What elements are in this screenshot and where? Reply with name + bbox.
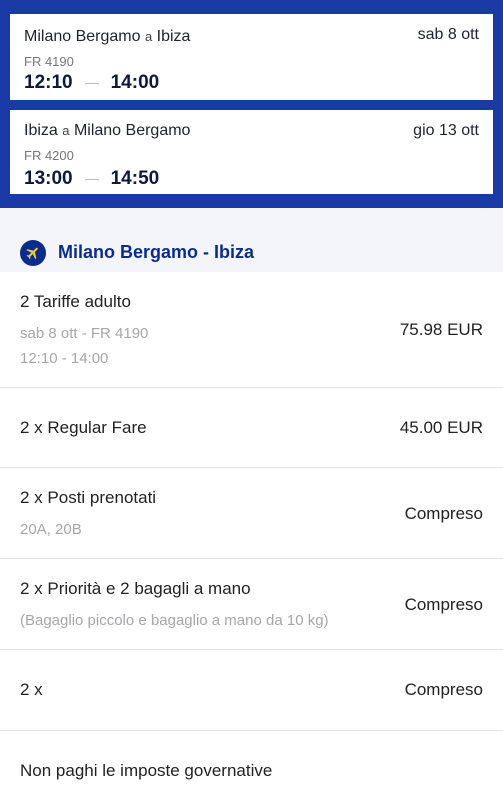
flight-times: 12:10 14:00 (24, 72, 159, 94)
row-status: Compreso (404, 504, 483, 523)
fare-breakdown-list: 2 Tariffe adulto sab 8 ott - FR 4190 12:… (0, 272, 503, 800)
row-price: 75.98 EUR (399, 320, 483, 339)
section-title: Milano Bergamo - Ibiza (58, 242, 255, 262)
row-subtitle: sab 8 ott - FR 4190 (20, 325, 149, 342)
row-title: 2 x Regular Fare (20, 418, 147, 437)
departure-time: 13:00 (24, 168, 73, 189)
origin-city: Ibiza (24, 122, 58, 139)
row-status: Compreso (404, 680, 483, 699)
departure-time: 12:10 (24, 72, 73, 93)
list-item: Non paghi le imposte governative (0, 731, 503, 800)
flight-summary-band: Milano Bergamo a Ibiza sab 8 ott FR 4190… (0, 0, 503, 208)
time-separator (84, 178, 99, 180)
plane-icon (20, 240, 46, 266)
section-header: Milano Bergamo - Ibiza (0, 208, 503, 272)
flight-date: sab 8 ott (417, 26, 479, 43)
list-item: 2 Tariffe adulto sab 8 ott - FR 4190 12:… (0, 272, 503, 388)
row-subtitle: (Bagaglio piccolo e bagaglio a mano da 1… (20, 612, 329, 629)
flight-number: FR 4200 (24, 148, 74, 163)
route-connector: a (62, 123, 70, 138)
route-connector: a (144, 29, 153, 44)
row-price: 45.00 EUR (399, 418, 483, 437)
flight-number: FR 4190 (24, 54, 74, 69)
time-separator (84, 82, 99, 84)
list-item: 2 x Compreso (0, 650, 503, 731)
list-item: 2 x Regular Fare 45.00 EUR (0, 388, 503, 468)
origin-city: Milano Bergamo (24, 28, 141, 45)
row-title: 2 x Priorità e 2 bagagli a mano (20, 579, 251, 598)
row-subtitle: 20A, 20B (20, 521, 82, 538)
row-title: 2 Tariffe adulto (20, 292, 131, 311)
destination-city: Ibiza (156, 28, 191, 45)
flight-route: Milano Bergamo a Ibiza (24, 28, 190, 46)
arrival-time: 14:50 (110, 168, 160, 189)
row-title: 2 x (20, 680, 43, 699)
destination-city: Milano Bergamo (73, 122, 191, 139)
flight-times: 13:00 14:50 (24, 168, 159, 190)
row-title: Non paghi le imposte governative (20, 761, 273, 780)
row-title: 2 x Posti prenotati (20, 488, 157, 507)
flight-date: gio 13 ott (413, 122, 479, 139)
flight-route: Ibiza a Milano Bergamo (24, 122, 190, 140)
row-status: Compreso (404, 595, 483, 614)
list-item: 2 x Priorità e 2 bagagli a mano (Bagagli… (0, 559, 503, 650)
row-subtitle: 12:10 - 14:00 (20, 350, 109, 367)
arrival-time: 14:00 (110, 72, 160, 93)
flight-card-outbound[interactable]: Milano Bergamo a Ibiza sab 8 ott FR 4190… (10, 14, 493, 100)
flight-card-return[interactable]: Ibiza a Milano Bergamo gio 13 ott FR 420… (10, 110, 493, 194)
list-item: 2 x Posti prenotati 20A, 20B Compreso (0, 468, 503, 559)
